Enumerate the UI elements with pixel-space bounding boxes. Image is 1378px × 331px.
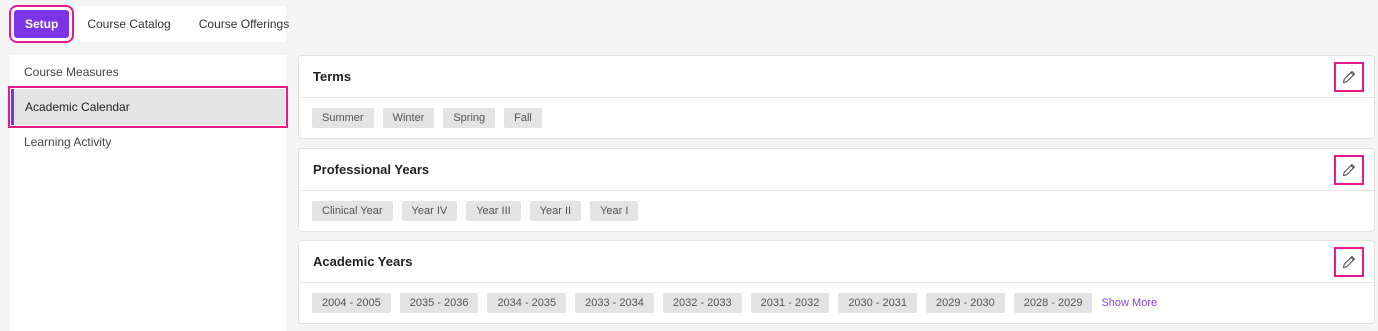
terms-panel-header: Terms bbox=[299, 56, 1374, 98]
professional-years-title: Professional Years bbox=[313, 162, 430, 177]
tab-setup[interactable]: Setup bbox=[8, 5, 75, 43]
sidebar-item-course-measures[interactable]: Course Measures bbox=[10, 55, 286, 89]
academic-year-chip: 2035 - 2036 bbox=[399, 293, 479, 313]
sidebar-item-academic-calendar[interactable]: Academic Calendar bbox=[8, 86, 288, 128]
pencil-icon bbox=[1343, 163, 1355, 176]
professional-years-panel-header: Professional Years bbox=[299, 149, 1374, 191]
terms-chip-list: Summer Winter Spring Fall bbox=[299, 98, 1374, 138]
term-chip: Fall bbox=[504, 108, 542, 128]
academic-year-chip: 2034 - 2035 bbox=[487, 293, 567, 313]
academic-years-title: Academic Years bbox=[313, 254, 413, 269]
academic-year-chip: 2029 - 2030 bbox=[926, 293, 1005, 313]
academic-year-chip: 2028 - 2029 bbox=[1013, 293, 1093, 313]
professional-years-chip-list: Clinical Year Year IV Year III Year II Y… bbox=[299, 191, 1374, 231]
professional-year-chip: Clinical Year bbox=[312, 201, 393, 221]
terms-edit-button[interactable] bbox=[1334, 61, 1364, 92]
academic-year-chip: 2030 - 2031 bbox=[838, 293, 918, 313]
professional-year-chip: Year II bbox=[529, 201, 582, 221]
tab-course-catalog[interactable]: Course Catalog bbox=[87, 17, 170, 31]
academic-years-chip-list: 2004 - 2005 2035 - 2036 2034 - 2035 2033… bbox=[299, 283, 1374, 323]
pencil-icon bbox=[1343, 70, 1355, 83]
term-chip: Spring bbox=[443, 108, 496, 128]
professional-year-chip: Year III bbox=[466, 201, 521, 221]
academic-year-chip: 2031 - 2032 bbox=[750, 293, 830, 313]
academic-year-chip: 2032 - 2033 bbox=[662, 293, 742, 313]
professional-year-chip: Year I bbox=[590, 201, 639, 221]
pencil-icon bbox=[1343, 255, 1355, 268]
academic-years-edit-button[interactable] bbox=[1334, 246, 1364, 277]
term-chip: Summer bbox=[312, 108, 374, 128]
academic-years-panel: Academic Years 2004 - 2005 2035 - 2036 2… bbox=[298, 240, 1375, 324]
tab-course-offerings[interactable]: Course Offerings bbox=[199, 17, 290, 31]
show-more-link[interactable]: Show More bbox=[1101, 297, 1157, 309]
academic-year-chip: 2033 - 2034 bbox=[575, 293, 654, 313]
terms-panel: Terms Summer Winter Spring Fall bbox=[298, 55, 1375, 139]
professional-year-chip: Year IV bbox=[401, 201, 458, 221]
professional-years-panel: Professional Years Clinical Year Year IV… bbox=[298, 148, 1375, 232]
top-tab-bar: Setup Course Catalog Course Offerings bbox=[8, 5, 289, 43]
sidebar: Course Measures Academic Calendar Learni… bbox=[8, 55, 288, 331]
professional-years-edit-button[interactable] bbox=[1334, 154, 1364, 185]
academic-year-chip: 2004 - 2005 bbox=[312, 293, 391, 313]
term-chip: Winter bbox=[382, 108, 435, 128]
academic-years-panel-header: Academic Years bbox=[299, 241, 1374, 283]
terms-title: Terms bbox=[313, 69, 352, 84]
sidebar-item-learning-activity[interactable]: Learning Activity bbox=[10, 125, 286, 159]
